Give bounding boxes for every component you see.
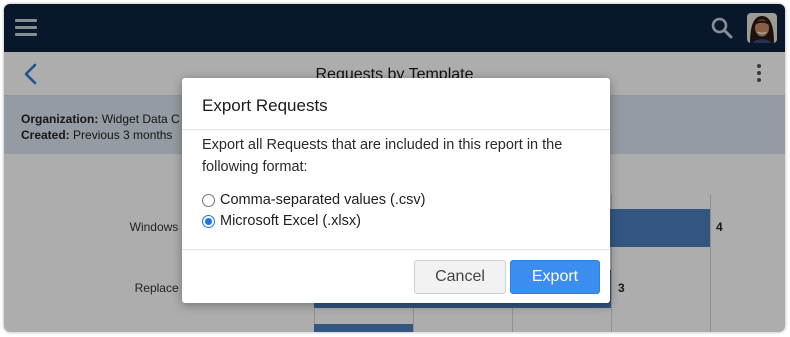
dialog-title: Export Requests [202,96,328,115]
xlsx-option[interactable]: Microsoft Excel (.xlsx) [202,213,361,229]
dialog-description: Export all Requests that are included in… [202,137,563,175]
csv-option-label[interactable]: Comma-separated values (.csv) [220,192,426,208]
export-requests-dialog: Export Requests Export all Requests that… [182,78,610,303]
csv-radio[interactable] [202,193,215,207]
xlsx-radio[interactable] [202,214,215,228]
dialog-divider [182,249,610,250]
app-window: Requests by Template Organization: Widge… [4,4,785,332]
dialog-divider [182,129,610,130]
csv-option[interactable]: Comma-separated values (.csv) [202,192,426,208]
cancel-button[interactable]: Cancel [414,260,506,294]
export-button[interactable]: Export [510,260,600,294]
xlsx-option-label[interactable]: Microsoft Excel (.xlsx) [220,213,361,229]
